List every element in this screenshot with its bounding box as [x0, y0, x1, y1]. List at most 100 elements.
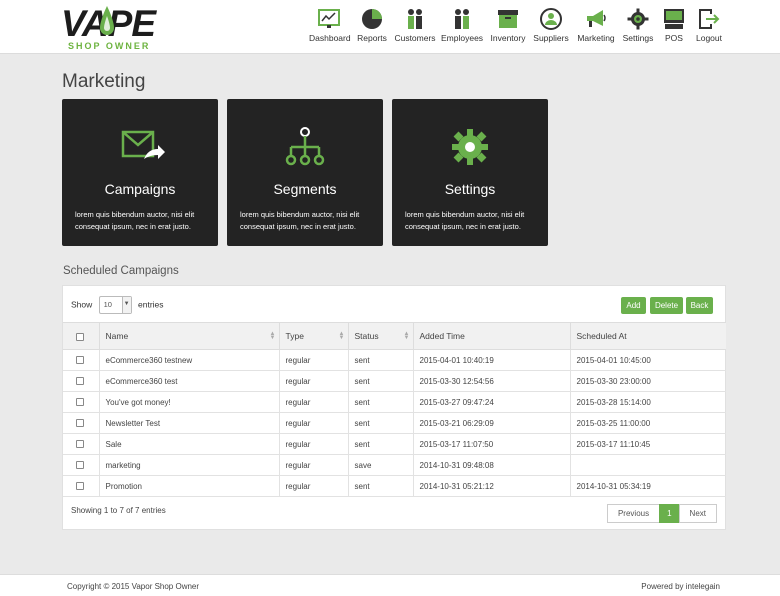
table-row[interactable]: eCommerce360 test regular sent 2015-03-3… [63, 370, 726, 392]
delete-button[interactable]: Delete [650, 297, 683, 314]
row-checkbox[interactable] [76, 461, 84, 470]
sort-icon: ▲ ▼ [338, 331, 345, 341]
tile-settings[interactable]: Settings lorem quis bibendum auctor, nis… [392, 99, 548, 246]
nav-employees-label: Employees [441, 33, 484, 43]
added-time-cell: 2014-10-31 05:21:12 [413, 475, 571, 497]
table-header-row: Name ▲ ▼ Type ▲ ▼ Status ▲ ▼ Added Time Schedu… [63, 322, 726, 350]
row-select-cell [63, 412, 100, 434]
nav-logout[interactable]: Logout [694, 8, 724, 43]
type-cell: regular [279, 349, 349, 371]
row-checkbox[interactable] [76, 482, 84, 491]
employees-icon [455, 9, 469, 29]
table-row[interactable]: marketing regular save 2014-10-31 09:48:… [63, 454, 726, 476]
column-header-type[interactable]: Type ▲ ▼ [279, 322, 349, 350]
table-row[interactable]: eCommerce360 testnew regular sent 2015-0… [63, 349, 726, 371]
customers-icon [408, 9, 422, 29]
copyright-text: Copyright © 2015 Vapor Shop Owner [67, 582, 200, 591]
added-time-cell: 2014-10-31 09:48:08 [413, 454, 571, 476]
status-cell: sent [348, 391, 414, 413]
nav-settings[interactable]: Settings [621, 8, 655, 43]
chevron-down-icon: ▼ [121, 297, 131, 313]
nav-reports-label: Reports [357, 33, 387, 43]
next-page-button[interactable]: Next [678, 504, 717, 523]
column-added-time-label: Added Time [419, 331, 465, 341]
row-checkbox[interactable] [76, 356, 84, 365]
row-checkbox[interactable] [76, 377, 84, 386]
top-bar: VAPE SHOP OWNER Dashboard Reports Custom… [0, 0, 780, 54]
column-header-added-time[interactable]: Added Time [413, 322, 571, 350]
row-checkbox[interactable] [76, 419, 84, 428]
page-size-control: Show 10 ▼ entries [71, 296, 164, 314]
row-checkbox[interactable] [76, 440, 84, 449]
tile-campaigns-title: Campaigns [104, 181, 176, 197]
column-scheduled-at-label: Scheduled At [576, 331, 627, 341]
row-select-cell [63, 433, 100, 455]
tile-campaigns-desc: lorem quis bibendum auctor, nisi elit co… [75, 210, 195, 231]
scheduled-at-cell: 2015-03-17 11:10:45 [570, 433, 726, 455]
nav-dashboard[interactable]: Dashboard [309, 8, 351, 43]
nav-suppliers-label: Suppliers [533, 33, 569, 43]
register-icon [664, 9, 684, 29]
column-header-status[interactable]: Status ▲ ▼ [348, 322, 414, 350]
pie-chart-icon [362, 9, 382, 29]
table-row[interactable]: You've got money! regular sent 2015-03-2… [63, 391, 726, 413]
page-title: Marketing [62, 71, 146, 92]
nav-inventory[interactable]: Inventory [489, 8, 527, 43]
previous-page-button[interactable]: Previous [606, 504, 661, 523]
scheduled-at-cell [570, 454, 726, 476]
status-cell: sent [348, 349, 414, 371]
column-header-name[interactable]: Name ▲ ▼ [99, 322, 280, 350]
show-label: Show [71, 299, 93, 310]
nav-settings-label: Settings [622, 33, 654, 43]
page-size-select[interactable]: 10 ▼ [98, 296, 132, 314]
select-all-checkbox[interactable] [76, 332, 84, 341]
tile-segments[interactable]: Segments lorem quis bibendum auctor, nis… [227, 99, 383, 246]
back-button[interactable]: Back [686, 297, 713, 314]
nav-employees[interactable]: Employees [441, 8, 483, 43]
table-row[interactable]: Newsletter Test regular sent 2015-03-21 … [63, 412, 726, 434]
supplier-icon [540, 8, 562, 30]
added-time-cell: 2015-03-30 12:54:56 [413, 370, 571, 392]
name-cell: eCommerce360 test [99, 370, 280, 392]
status-cell: sent [348, 370, 414, 392]
add-button[interactable]: Add [621, 297, 646, 314]
nav-marketing[interactable]: Marketing [575, 8, 617, 43]
dashboard-icon [318, 9, 340, 28]
megaphone-icon [587, 10, 606, 27]
nav-reports[interactable]: Reports [355, 8, 389, 43]
table-body: eCommerce360 testnew regular sent 2015-0… [63, 349, 726, 497]
name-cell: Newsletter Test [99, 412, 280, 434]
nav-suppliers[interactable]: Suppliers [532, 8, 570, 43]
status-cell: sent [348, 412, 414, 434]
nav-pos-label: POS [665, 33, 683, 43]
tile-campaigns[interactable]: Campaigns lorem quis bibendum auctor, ni… [62, 99, 218, 246]
pagination: Previous 1 Next [606, 504, 717, 523]
page-1-button[interactable]: 1 [659, 504, 680, 523]
logout-icon [699, 9, 720, 29]
nav-inventory-label: Inventory [490, 33, 526, 43]
nav-pos[interactable]: POS [660, 8, 688, 43]
column-type-label: Type [285, 331, 304, 341]
name-cell: Promotion [99, 475, 280, 497]
name-cell: eCommerce360 testnew [99, 349, 280, 371]
status-cell: save [348, 454, 414, 476]
row-select-cell [63, 475, 100, 497]
nav-logout-label: Logout [696, 33, 722, 43]
nav-customers-label: Customers [394, 33, 436, 43]
scheduled-at-cell: 2014-10-31 05:34:19 [570, 475, 726, 497]
row-checkbox[interactable] [76, 398, 84, 407]
table-row[interactable]: Sale regular sent 2015-03-17 11:07:50 20… [63, 433, 726, 455]
powered-by-text: Powered by intelegain [641, 582, 720, 591]
table-row[interactable]: Promotion regular sent 2014-10-31 05:21:… [63, 475, 726, 497]
column-header-scheduled-at[interactable]: Scheduled At [570, 322, 726, 350]
added-time-cell: 2015-04-01 10:40:19 [413, 349, 571, 371]
tile-segments-title: Segments [273, 181, 337, 197]
nav-customers[interactable]: Customers [394, 8, 436, 43]
scheduled-campaigns-title: Scheduled Campaigns [63, 265, 179, 277]
name-cell: You've got money! [99, 391, 280, 413]
main-nav: Dashboard Reports Customers Employees In… [0, 8, 780, 48]
inventory-box-icon [498, 10, 518, 28]
added-time-cell: 2015-03-21 06:29:09 [413, 412, 571, 434]
tile-segments-desc: lorem quis bibendum auctor, nisi elit co… [240, 210, 360, 231]
footer: Copyright © 2015 Vapor Shop Owner Powere… [0, 574, 780, 596]
